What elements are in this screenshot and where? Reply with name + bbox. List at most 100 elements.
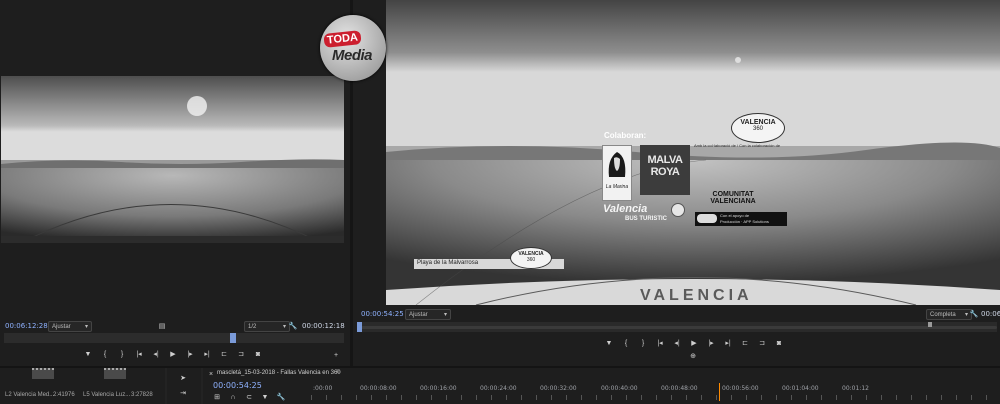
timeline-ruler[interactable]: :00:00 00:00:08:00 00:00:16:00 00:00:24:… [311, 383, 1000, 401]
ruler-label: 00:00:08:00 [360, 385, 397, 392]
extract-icon[interactable]: ⊐ [756, 338, 768, 348]
chevron-down-icon: ▾ [443, 312, 447, 318]
out-point-icon[interactable]: } [116, 349, 128, 359]
bus-turistic-line2: BUS TURISTIC [625, 216, 667, 222]
chevron-down-icon: ▾ [282, 324, 286, 330]
play-icon[interactable]: ▶ [688, 338, 700, 348]
wrench-icon[interactable]: 🔧 [968, 309, 980, 319]
ruler-label: 00:00:16:00 [420, 385, 457, 392]
nest-icon[interactable]: ⊞ [211, 392, 223, 402]
ruler-ticks [311, 395, 1000, 400]
timeline-panel: × mascletá_15-03-2018 - Fallas Valencia … [203, 368, 1000, 404]
valencia360-small-sub: 360 [526, 257, 536, 263]
timeline-wrench-icon[interactable]: 🔧 [275, 392, 287, 402]
track-select-icon[interactable]: ⇥ [177, 388, 189, 398]
camera-icon[interactable]: ◙ [773, 338, 785, 348]
timeline-tool-row: ⊞ ∩ ⊂ ▼ 🔧 [211, 392, 291, 402]
credits-box: Con el apoyo de Producción · APP Solutio… [695, 212, 787, 226]
go-to-in-icon[interactable]: |◂ [133, 349, 145, 359]
project-thumbnail-2[interactable] [104, 368, 126, 379]
lift-icon[interactable]: ⊏ [739, 338, 751, 348]
source-resolution-dropdown[interactable]: 1/2 ▾ [244, 321, 290, 332]
program-marker [928, 322, 932, 327]
in-point-icon[interactable]: { [620, 338, 632, 348]
camera-icon[interactable]: ◙ [252, 349, 264, 359]
step-back-icon[interactable]: ◂| [671, 338, 683, 348]
comunitat-logo: COMUNITAT VALENCIANA [706, 191, 760, 205]
source-panorama-image [1, 76, 344, 243]
todamedia-logo-line2: Media [332, 47, 373, 64]
step-forward-icon[interactable]: |▸ [705, 338, 717, 348]
timeline-playhead[interactable] [719, 383, 720, 401]
wrench-icon[interactable]: 🔧 [287, 321, 299, 331]
todamedia-logo-line1: TODA [323, 30, 362, 48]
bus-turistic-logo: Valencia BUS TURISTIC [599, 203, 689, 229]
program-current-timecode[interactable]: 00:00:54:25 [361, 310, 404, 318]
lamarina-face-image [608, 152, 626, 177]
insert-icon[interactable]: ⊏ [218, 349, 230, 359]
linked-icon[interactable]: ⊂ [243, 392, 255, 402]
malvaroya-logo-line2: ROYA [650, 166, 680, 178]
program-zoom-dropdown[interactable]: Ajustar ▾ [405, 309, 451, 320]
go-to-in-icon[interactable]: |◂ [654, 338, 666, 348]
add-marker-icon[interactable]: ▼ [259, 392, 271, 402]
out-point-icon[interactable]: } [637, 338, 649, 348]
source-monitor: 00:06:12:28 Ajustar ▾ ▤ 1/2 ▾ 🔧 00:00:12… [0, 0, 350, 366]
lamarina-logo: La Marina [602, 145, 632, 201]
source-scrub-bar[interactable] [4, 333, 344, 343]
project-item-name[interactable]: L2 Valencia Med... [5, 392, 54, 398]
ruler-label: 00:00:48:00 [661, 385, 698, 392]
selection-tool-icon[interactable]: ➤ [177, 373, 189, 383]
source-resolution-label: 1/2 [248, 323, 257, 330]
source-video-frame [1, 76, 344, 243]
malvaroya-logo: MALVA ROYA [640, 145, 690, 195]
add-button-icon[interactable]: + [330, 350, 342, 360]
snap-icon[interactable]: ∩ [227, 392, 239, 402]
program-quality-dropdown[interactable]: Completa ▾ [926, 309, 972, 320]
chevron-down-icon: ▾ [84, 324, 88, 330]
source-zoom-dropdown[interactable]: Ajustar ▾ [48, 321, 92, 332]
lamarina-logo-text: La Marina [605, 184, 629, 190]
ruler-label: 00:01:12 [842, 385, 869, 392]
settings-icon[interactable]: ▤ [156, 321, 168, 331]
timeline-menu-icon[interactable]: ≡ [336, 369, 340, 375]
caption-text: Playa de la Malvarrosa [417, 260, 479, 266]
vr-view-icon[interactable]: ⊕ [687, 351, 699, 361]
close-icon[interactable]: × [205, 369, 217, 379]
source-current-timecode[interactable]: 00:06:12:28 [5, 322, 48, 330]
credits-line2: Producción · APP Solutions [720, 219, 769, 224]
ruler-label: 00:00:24:00 [480, 385, 517, 392]
ruler-label: 00:00:56:00 [722, 385, 759, 392]
program-duration-timecode: 00:06:12:29 [981, 310, 1000, 318]
timeline-timecode[interactable]: 00:00:54:25 [213, 381, 262, 390]
marker-icon[interactable]: ▼ [82, 349, 94, 359]
credits-line1: Con el apoyo de [720, 213, 750, 218]
step-back-icon[interactable]: ◂| [150, 349, 162, 359]
project-thumbnail-1[interactable] [32, 368, 54, 379]
valencia360-small-logo: VALENCIA 360 [510, 247, 552, 269]
in-point-icon[interactable]: { [99, 349, 111, 359]
bus-turistic-line1: Valencia [603, 203, 648, 215]
collab-note: Amb la col·laboració de / Con la colabor… [694, 143, 781, 148]
ruler-label: 00:01:04:00 [782, 385, 819, 392]
collab-title: Colaboran: [604, 131, 647, 140]
project-item-name[interactable]: L5 Valencia Luz... [83, 392, 130, 398]
program-monitor: Colaboran: Amb la col·laboració de / Con… [353, 0, 1000, 366]
go-to-out-icon[interactable]: ▸| [201, 349, 213, 359]
program-scrub-bar[interactable] [357, 322, 997, 332]
program-quality-label: Completa [930, 311, 956, 318]
play-icon[interactable]: ▶ [167, 349, 179, 359]
program-zoom-label: Ajustar [409, 311, 428, 318]
program-playhead[interactable] [357, 322, 362, 332]
source-playhead[interactable] [230, 333, 236, 343]
source-zoom-label: Ajustar [52, 323, 71, 330]
overwrite-icon[interactable]: ⊐ [235, 349, 247, 359]
marker-icon[interactable]: ▼ [603, 338, 615, 348]
go-to-out-icon[interactable]: ▸| [722, 338, 734, 348]
step-forward-icon[interactable]: |▸ [184, 349, 196, 359]
comunitat-logo-line1: COMUNITAT [712, 191, 754, 198]
timeline-tab-title[interactable]: mascletá_15-03-2018 - Fallas Valencia en… [217, 370, 341, 376]
program-scrub-track [357, 326, 997, 329]
ruler-label: 00:00:32:00 [540, 385, 577, 392]
valencia360-logo-text: VALENCIA [740, 119, 776, 126]
